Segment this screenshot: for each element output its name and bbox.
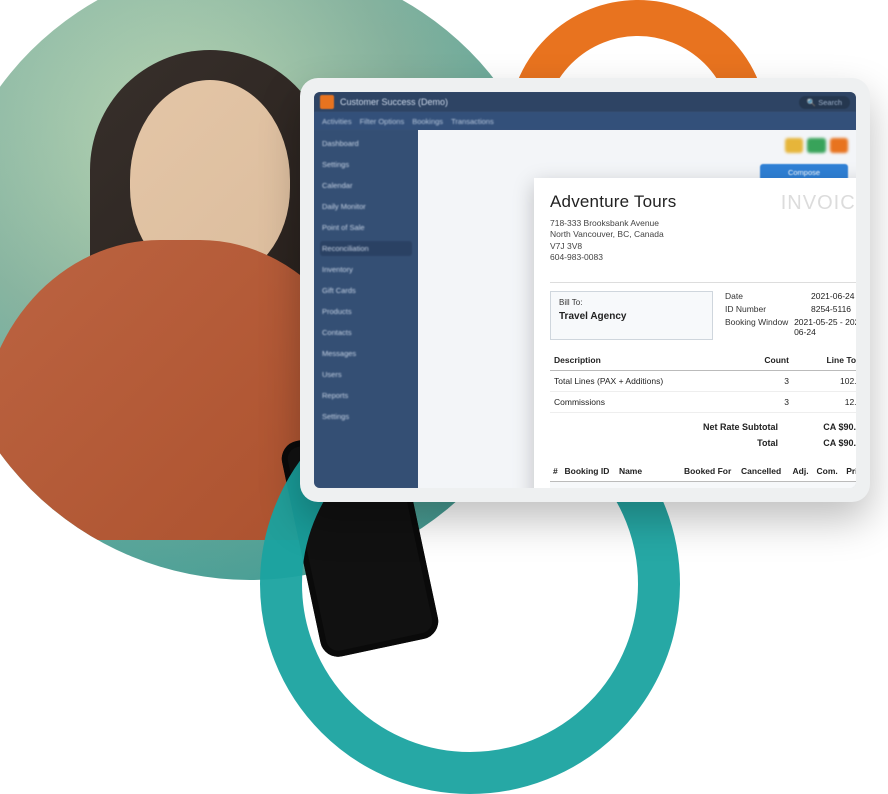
total-value: CA $90.40	[806, 438, 856, 448]
meta-date: 2021-06-24	[811, 291, 854, 301]
col-desc: Description	[550, 350, 740, 371]
sidebar-item-products[interactable]: Products	[320, 304, 412, 319]
col-linetotal: Line Total	[793, 350, 856, 371]
meta-id: 8254-5116	[811, 304, 851, 314]
addr-line3: V7J 3V8	[550, 241, 676, 252]
invoice-address: 718-333 Brooksbank Avenue North Vancouve…	[550, 218, 676, 264]
action-pill-3[interactable]	[830, 138, 848, 153]
meta-window-label: Booking Window	[725, 317, 794, 337]
content-area: Compose Print Invoice Export Adventure T…	[418, 130, 856, 488]
sidebar-item-users[interactable]: Users	[320, 367, 412, 382]
action-pill-2[interactable]	[807, 138, 825, 153]
search-placeholder: Search	[818, 98, 842, 107]
summary-total: 102.40	[793, 370, 856, 391]
sidebar-item-giftcards[interactable]: Gift Cards	[320, 283, 412, 298]
subtotal-label: Net Rate Subtotal	[703, 422, 778, 432]
line-adj: 0.00	[787, 481, 811, 488]
line-num: 1	[550, 481, 561, 488]
sidebar-item-dashboard[interactable]: Dashboard	[320, 136, 412, 151]
col-booking: Booking ID	[561, 461, 615, 482]
line-price: 40.00	[841, 481, 856, 488]
meta-id-label: ID Number	[725, 304, 811, 314]
meta-window: 2021-05-25 - 2021-06-24	[794, 317, 856, 337]
col-price: Price	[841, 461, 856, 482]
summary-table: Description Count Line Total Total Lines…	[550, 350, 856, 413]
app-title: Customer Success (Demo)	[340, 97, 448, 107]
sidebar-item-reports[interactable]: Reports	[320, 388, 412, 403]
sidebar-item-calendar[interactable]: Calendar	[320, 178, 412, 193]
invoice-watermark: INVOICE	[781, 192, 856, 215]
summary-count: 3	[740, 391, 793, 412]
tab-activities[interactable]: Activities	[322, 117, 352, 126]
tab-strip: Activities Filter Options Bookings Trans…	[314, 112, 856, 130]
action-pill-1[interactable]	[785, 138, 803, 153]
bill-to-value: Travel Agency	[559, 311, 704, 322]
line-com: 4.00	[812, 481, 841, 488]
app-screen: Customer Success (Demo) 🔍 Search Activit…	[314, 92, 856, 488]
summary-row: Commissions 3 12.00	[550, 391, 856, 412]
line-row: 1 6158161 John Doe 2021-05-31 0.00 4.00 …	[550, 481, 856, 488]
meta-date-label: Date	[725, 291, 811, 301]
summary-desc: Commissions	[550, 391, 740, 412]
summary-total: 12.00	[793, 391, 856, 412]
addr-line4: 604-983-0083	[550, 252, 676, 263]
col-num: #	[550, 461, 561, 482]
bill-to-label: Bill To:	[559, 298, 704, 307]
sidebar-item-inventory[interactable]: Inventory	[320, 262, 412, 277]
col-cancelled: Cancelled	[738, 461, 787, 482]
col-adj: Adj.	[787, 461, 811, 482]
tab-filter[interactable]: Filter Options	[360, 117, 405, 126]
line-name: John Doe	[616, 481, 681, 488]
tablet-frame: Customer Success (Demo) 🔍 Search Activit…	[300, 78, 870, 502]
tab-bookings[interactable]: Bookings	[412, 117, 443, 126]
search-input[interactable]: 🔍 Search	[799, 96, 850, 109]
sidebar: Dashboard Settings Calendar Daily Monito…	[314, 130, 418, 488]
app-titlebar: Customer Success (Demo) 🔍 Search	[314, 92, 856, 112]
sidebar-item-settings2[interactable]: Settings	[320, 409, 412, 424]
total-label: Total	[757, 438, 778, 448]
line-booking: 6158161	[561, 481, 615, 488]
addr-line2: North Vancouver, BC, Canada	[550, 229, 676, 240]
totals-block: Net Rate Subtotal CA $90.40 Total CA $90.4…	[550, 419, 856, 451]
app-logo	[320, 95, 334, 109]
col-com: Com.	[812, 461, 841, 482]
sidebar-item-pos[interactable]: Point of Sale	[320, 220, 412, 235]
summary-row: Total Lines (PAX + Additions) 3 102.40	[550, 370, 856, 391]
tab-transactions[interactable]: Transactions	[451, 117, 494, 126]
col-count: Count	[740, 350, 793, 371]
bill-to-box: Bill To: Travel Agency	[550, 291, 713, 340]
sidebar-item-contacts[interactable]: Contacts	[320, 325, 412, 340]
summary-desc: Total Lines (PAX + Additions)	[550, 370, 740, 391]
sidebar-item-settings[interactable]: Settings	[320, 157, 412, 172]
addr-line1: 718-333 Brooksbank Avenue	[550, 218, 676, 229]
invoice-document: Adventure Tours 718-333 Brooksbank Avenu…	[534, 178, 856, 488]
sidebar-item-daily[interactable]: Daily Monitor	[320, 199, 412, 214]
invoice-meta: Date2021-06-24 ID Number8254-5116 Bookin…	[725, 291, 856, 340]
summary-count: 3	[740, 370, 793, 391]
col-name: Name	[616, 461, 681, 482]
invoice-company: Adventure Tours	[550, 192, 676, 212]
col-booked: Booked For	[681, 461, 738, 482]
sidebar-item-reconciliation[interactable]: Reconciliation	[320, 241, 412, 256]
line-cancelled	[738, 481, 787, 488]
subtotal-value: CA $90.40	[806, 422, 856, 432]
sidebar-item-messages[interactable]: Messages	[320, 346, 412, 361]
lines-table: # Booking ID Name Booked For Cancelled A…	[550, 461, 856, 488]
line-booked: 2021-05-31	[681, 481, 738, 488]
